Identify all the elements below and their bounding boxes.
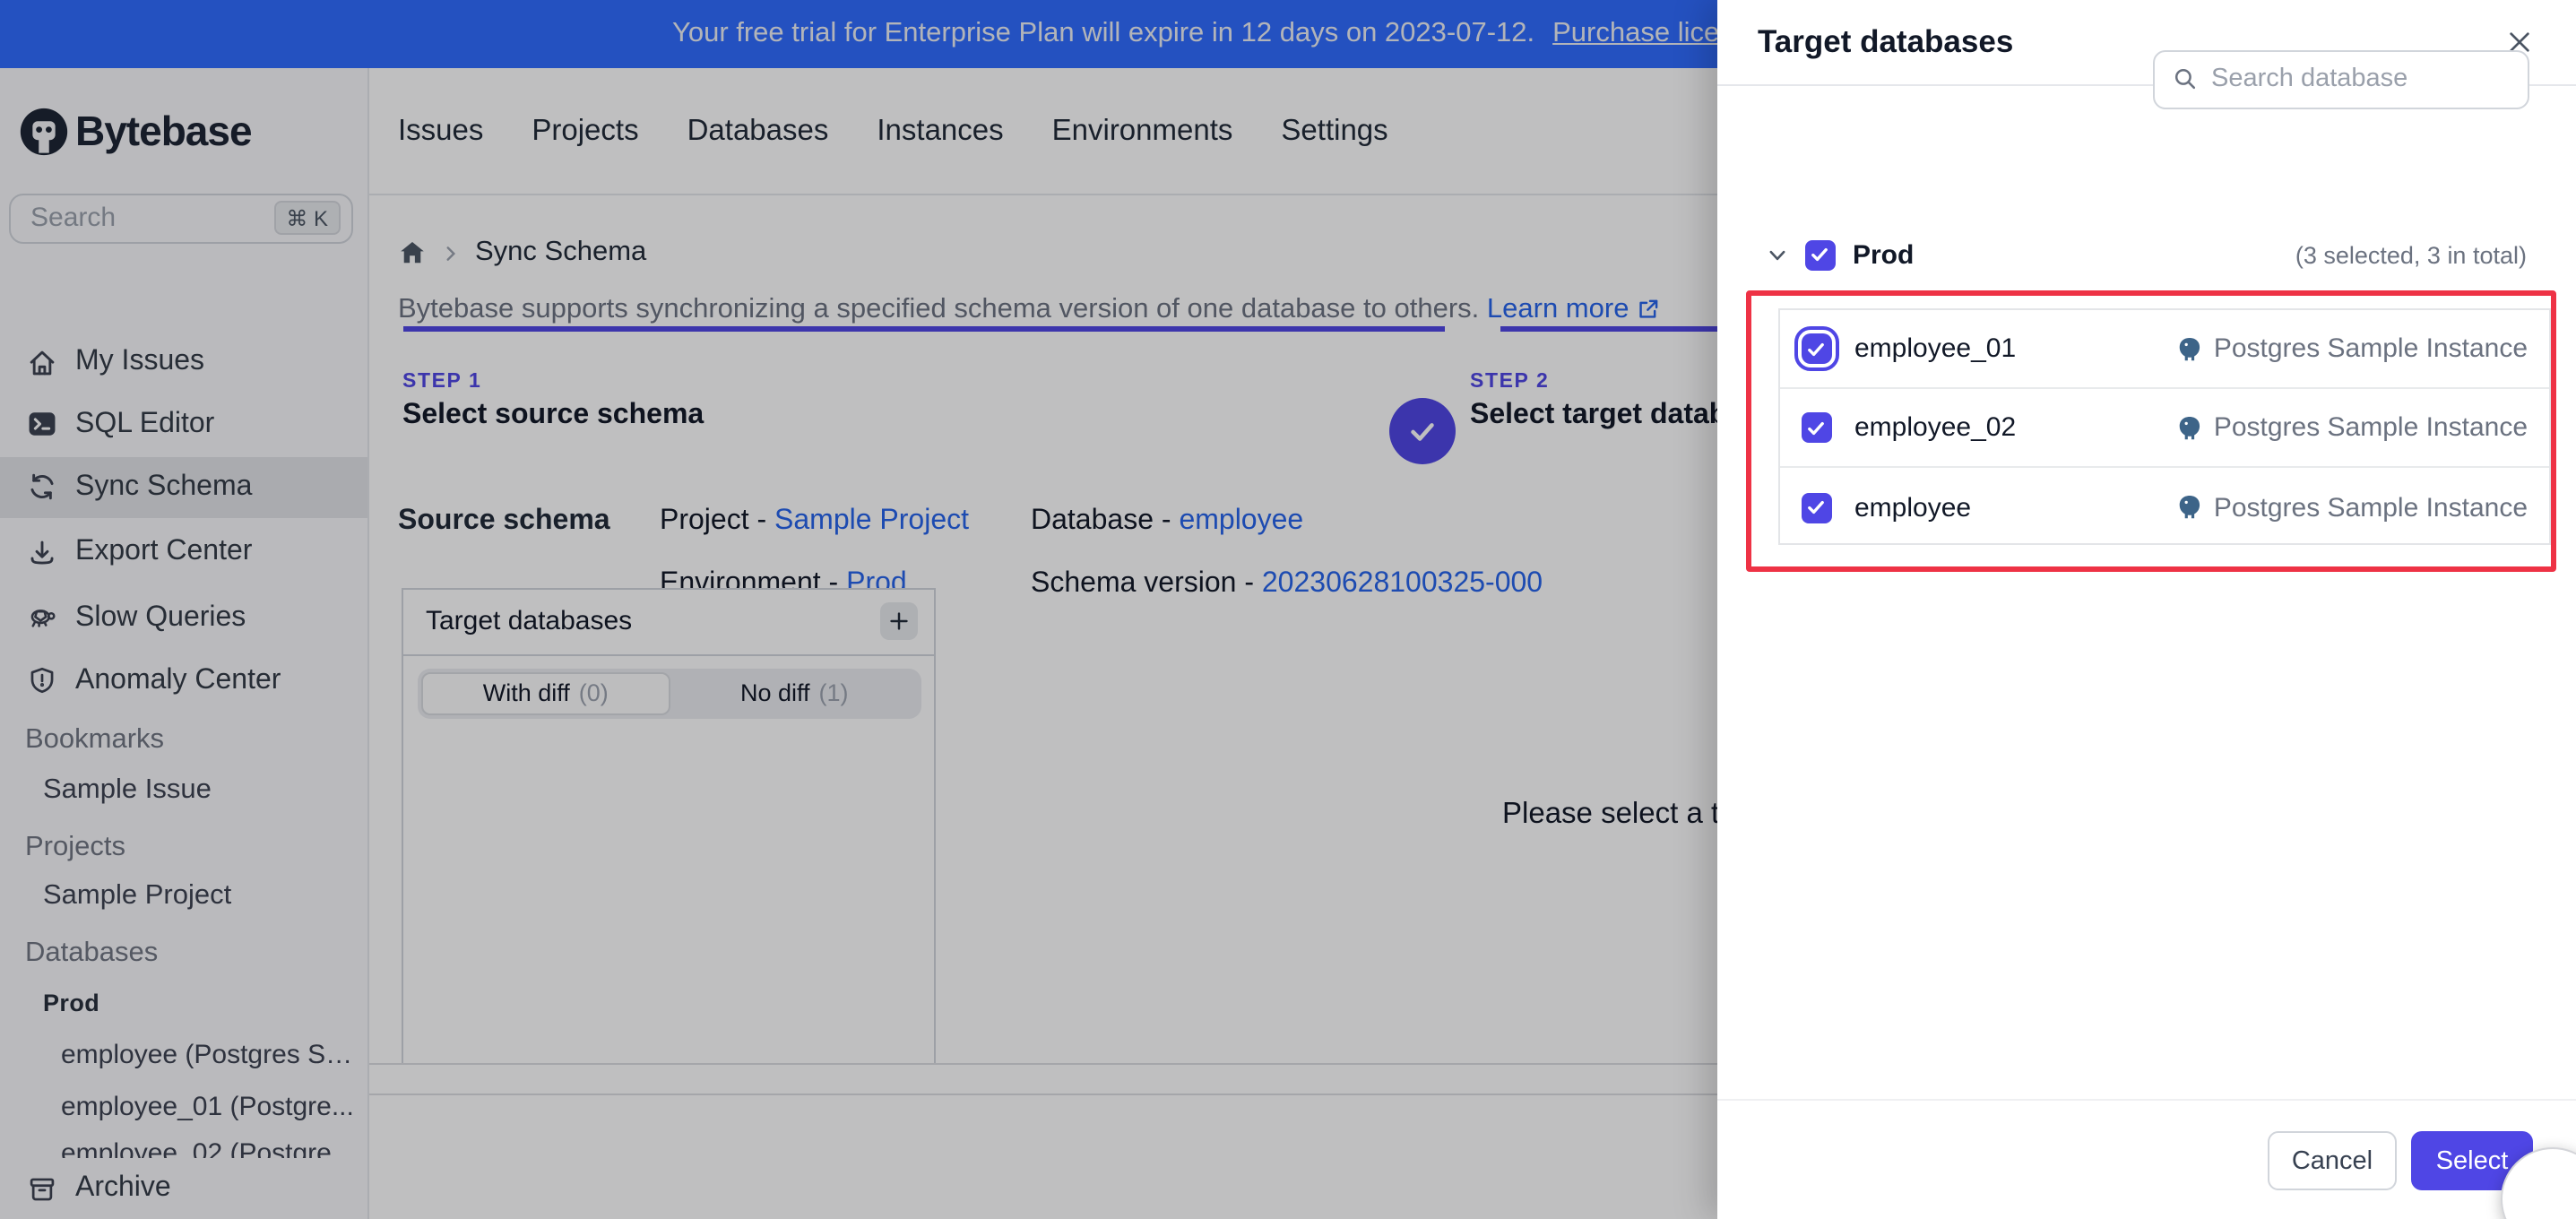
database-name: employee_01 [1854,333,2017,364]
database-search-input[interactable] [2211,65,2509,94]
search-icon [2174,69,2195,90]
target-databases-drawer: Target databases Prod (3 selected, 3 in … [1716,0,2576,1219]
check-icon [1811,247,1828,262]
environment-group-row: Prod (3 selected, 3 in total) [1765,235,2527,274]
drawer-footer: Cancel Select [1716,1098,2576,1219]
instance-name: Postgres Sample Instance [2213,492,2528,523]
database-name: employee [1854,492,1972,523]
database-row-employee[interactable]: employee Postgres Sample Instance [1779,468,2549,547]
database-list: employee_01 Postgres Sample Instance emp… [1777,308,2551,545]
selection-summary: (3 selected, 3 in total) [2295,241,2527,268]
database-row-employee-01[interactable]: employee_01 Postgres Sample Instance [1779,310,2549,389]
database-row-employee-02[interactable]: employee_02 Postgres Sample Instance [1779,389,2549,468]
instance-info: Postgres Sample Instance [2176,492,2528,523]
database-search-box[interactable] [2152,49,2528,109]
check-icon [1808,341,1824,356]
database-name: employee_02 [1854,412,2017,443]
postgres-icon [2179,495,2200,519]
employee-02-checkbox[interactable] [1801,412,1831,443]
chevron-down-icon[interactable] [1765,243,1788,266]
instance-name: Postgres Sample Instance [2213,333,2528,364]
postgres-icon [2179,336,2200,360]
cancel-button[interactable]: Cancel [2268,1131,2397,1190]
employee-checkbox[interactable] [1801,492,1831,523]
group-label: Prod [1853,239,1915,270]
employee-01-checkbox[interactable] [1794,326,1838,371]
bytebase-app: Your free trial for Enterprise Plan will… [0,0,2576,1219]
instance-info: Postgres Sample Instance [2176,412,2528,443]
check-icon [1808,500,1824,514]
instance-info: Postgres Sample Instance [2176,333,2528,364]
postgres-icon [2179,415,2200,439]
instance-name: Postgres Sample Instance [2213,412,2528,443]
drawer-title: Target databases [1758,22,2014,59]
check-icon [1808,420,1824,435]
prod-group-checkbox[interactable] [1804,239,1835,270]
